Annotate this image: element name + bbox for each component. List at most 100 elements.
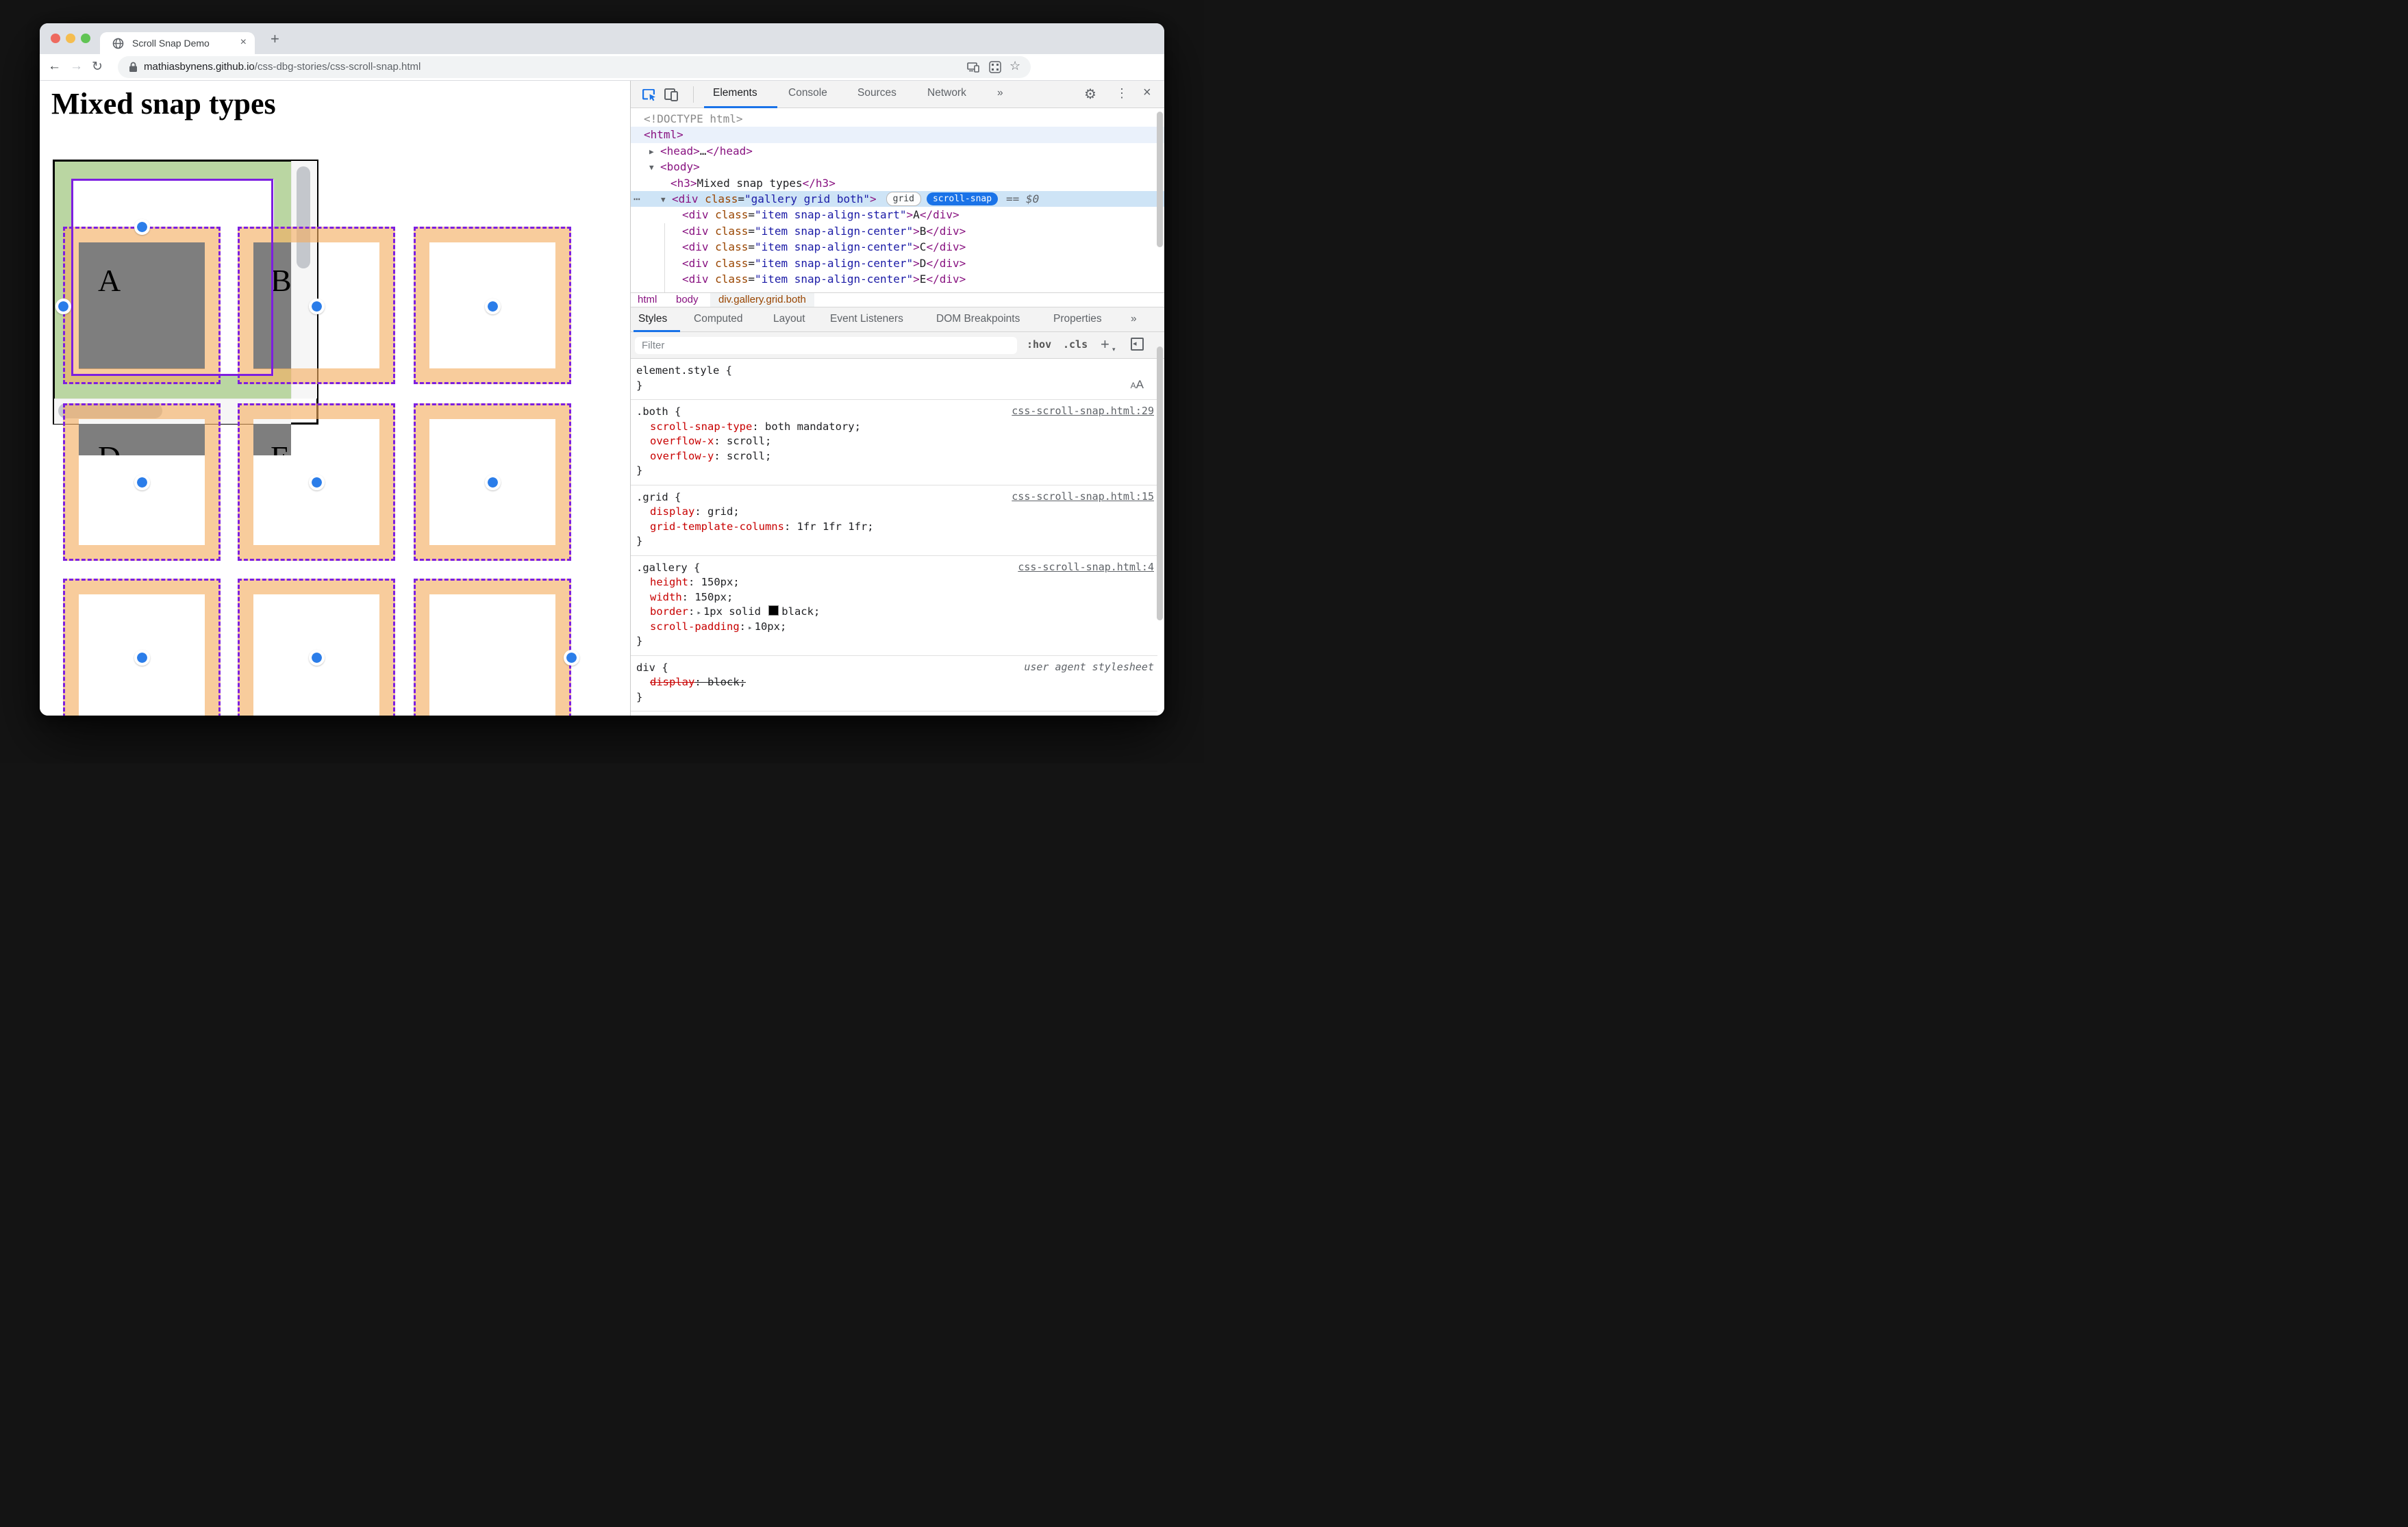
address-field[interactable]: mathiasbynens.github.io/css-dbg-stories/…: [118, 56, 1031, 78]
tab-network[interactable]: Network: [927, 87, 966, 99]
tab-console[interactable]: Console: [788, 87, 827, 99]
more-style-tabs-icon[interactable]: »: [1131, 313, 1137, 325]
css-declaration[interactable]: width: 150px;: [631, 590, 1157, 605]
dom-row-item-b[interactable]: <div class="item snap-align-center">B</d…: [631, 223, 1164, 239]
dom-row-head[interactable]: ▶ <head>…</head>: [631, 143, 1164, 159]
selector: element.style: [636, 364, 720, 377]
rule-gallery[interactable]: css-scroll-snap.html:4 .gallery { height…: [631, 556, 1157, 656]
source-link[interactable]: css-scroll-snap.html:4: [1018, 561, 1154, 573]
css-declaration-overridden[interactable]: display: block;: [631, 675, 1157, 690]
more-panels-icon[interactable]: »: [997, 87, 1003, 99]
styles-filter-input[interactable]: [635, 337, 1017, 354]
css-declaration[interactable]: grid-template-columns: 1fr 1fr 1fr;: [631, 520, 1157, 535]
dom-row-doctype[interactable]: <!DOCTYPE html>: [631, 111, 1164, 127]
rule-both[interactable]: css-scroll-snap.html:29 .both { scroll-s…: [631, 400, 1157, 485]
devtools-toolbar: Elements Console Sources Network » ⚙ ⋮ ×: [631, 81, 1164, 108]
snap-point-dot: [563, 649, 579, 666]
toggle-hover-state-button[interactable]: :hov: [1027, 338, 1051, 351]
dom-row-html[interactable]: <html>: [631, 127, 1164, 143]
breadcrumb-html[interactable]: html: [638, 293, 657, 307]
snapport-overlay: [71, 179, 273, 376]
expand-value-icon: ▸: [697, 608, 701, 617]
rule-element-style[interactable]: element.style { } AA: [631, 359, 1157, 400]
sidebar-toggle-icon[interactable]: ◂: [1131, 338, 1144, 351]
css-declaration[interactable]: display: grid;: [631, 505, 1157, 520]
back-icon[interactable]: ←: [48, 59, 61, 74]
font-size-toggle-icon[interactable]: AA: [1131, 378, 1144, 392]
cast-devices-icon[interactable]: [967, 62, 981, 76]
new-tab-button[interactable]: +: [271, 30, 279, 48]
close-devtools-icon[interactable]: ×: [1143, 85, 1151, 101]
dom-row-item-d[interactable]: <div class="item snap-align-center">D</d…: [631, 255, 1164, 271]
devtools-menu-icon[interactable]: ⋮: [1116, 86, 1128, 101]
dom-row-item-c[interactable]: <div class="item snap-align-center">C</d…: [631, 239, 1164, 255]
color-swatch[interactable]: [768, 605, 779, 616]
source-link[interactable]: css-scroll-snap.html:15: [1012, 490, 1154, 503]
minimize-window-button[interactable]: [66, 34, 75, 43]
tab-sources[interactable]: Sources: [857, 87, 896, 99]
zoom-window-button[interactable]: [81, 34, 90, 43]
css-declaration[interactable]: overflow-y: scroll;: [631, 449, 1157, 464]
close-window-button[interactable]: [51, 34, 60, 43]
snap-point-dot: [484, 298, 501, 314]
tab-dom-breakpoints[interactable]: DOM Breakpoints: [936, 313, 1020, 325]
snap-outline-g: [63, 579, 221, 716]
css-declaration[interactable]: border: ▸ 1px solid black;: [631, 605, 1157, 620]
breadcrumb-selected[interactable]: div.gallery.grid.both: [710, 293, 814, 307]
device-toolbar-icon[interactable]: [664, 88, 679, 105]
rule-grid[interactable]: css-scroll-snap.html:15 .grid { display:…: [631, 485, 1157, 556]
settings-gear-icon[interactable]: ⚙: [1084, 86, 1096, 103]
tab-close-icon[interactable]: ×: [240, 36, 247, 49]
new-style-rule-icon[interactable]: +: [1101, 336, 1109, 353]
dom-indent-guide: [664, 223, 665, 303]
dom-scrollbar-thumb[interactable]: [1157, 112, 1163, 247]
snap-point-dot: [55, 298, 71, 314]
css-declaration[interactable]: height: 150px;: [631, 575, 1157, 590]
tab-computed[interactable]: Computed: [694, 313, 743, 325]
bookmark-star-icon[interactable]: ☆: [1009, 59, 1020, 73]
globe-favicon-icon: [112, 38, 124, 53]
reload-icon[interactable]: ↻: [92, 59, 103, 75]
url-path: /css-dbg-stories/css-scroll-snap.html: [254, 61, 421, 73]
inspect-element-icon[interactable]: [642, 88, 657, 105]
expand-value-icon: ▸: [748, 622, 753, 632]
expand-icon: ▶: [649, 147, 654, 156]
snap-point-dot: [134, 649, 150, 666]
css-declaration[interactable]: overflow-x: scroll;: [631, 434, 1157, 449]
qr-code-icon[interactable]: [989, 61, 1001, 77]
styles-rule-list: element.style { } AA css-scroll-snap.htm…: [631, 359, 1157, 711]
tab-styles[interactable]: Styles: [638, 313, 667, 325]
snap-point-dot: [308, 474, 325, 490]
dom-row-gallery-selected[interactable]: ⋯ ▼ <div class="gallery grid both"> grid sc…: [631, 190, 1164, 207]
url-bar: ← → ↻ mathiasbynens.github.io/css-dbg-st…: [40, 54, 1164, 112]
snap-point-dot: [134, 474, 150, 490]
snap-point-dot: [484, 474, 501, 490]
snap-point-dot: [308, 298, 325, 314]
css-declaration[interactable]: scroll-padding: ▸ 10px;: [631, 620, 1157, 635]
dom-row-menu-icon[interactable]: ⋯: [634, 191, 640, 207]
page-viewport: Mixed snap types A B D E: [40, 81, 630, 716]
browser-window: Scroll Snap Demo × + ← → ↻ mathiasbynens…: [40, 23, 1164, 716]
tab-properties[interactable]: Properties: [1053, 313, 1102, 325]
rule-div-ua[interactable]: user agent stylesheet div { display: blo…: [631, 656, 1157, 711]
styles-scrollbar-thumb[interactable]: [1157, 346, 1163, 620]
dom-row-item-e[interactable]: <div class="item snap-align-center">E</d…: [631, 271, 1164, 287]
selector: .both: [636, 405, 668, 418]
toggle-classes-button[interactable]: .cls: [1063, 338, 1088, 351]
tab-elements[interactable]: Elements: [713, 87, 757, 99]
dom-tree: <!DOCTYPE html> <html> ▶ <head>…</head> ▼…: [631, 108, 1164, 292]
selector: div: [636, 661, 655, 674]
styles-tab-bar: Styles Computed Layout Event Listeners D…: [631, 307, 1164, 332]
tab-layout[interactable]: Layout: [773, 313, 805, 325]
dom-row-item-a[interactable]: <div class="item snap-align-start">A</di…: [631, 207, 1164, 223]
dom-row-h3[interactable]: <h3>Mixed snap types</h3>: [631, 175, 1164, 191]
breadcrumb-body[interactable]: body: [676, 293, 699, 307]
forward-icon[interactable]: →: [70, 59, 83, 74]
source-link[interactable]: css-scroll-snap.html:29: [1012, 405, 1154, 417]
css-declaration[interactable]: scroll-snap-type: both mandatory;: [631, 420, 1157, 435]
tab-event-listeners[interactable]: Event Listeners: [830, 313, 903, 325]
browser-tab[interactable]: Scroll Snap Demo ×: [100, 32, 255, 54]
dom-row-body[interactable]: ▼ <body>: [631, 159, 1164, 175]
grid-badge[interactable]: grid: [886, 191, 921, 206]
scroll-snap-badge[interactable]: scroll-snap: [926, 192, 999, 205]
